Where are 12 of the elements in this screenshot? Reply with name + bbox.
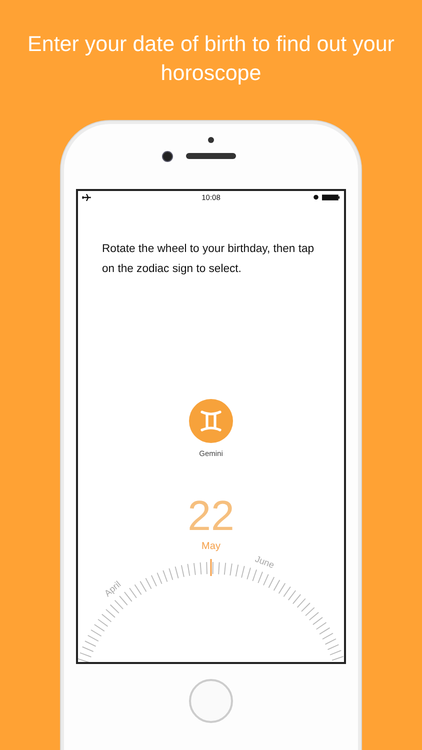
month-label: June: [254, 554, 276, 570]
camera-icon: [162, 151, 173, 162]
day-number: 22: [188, 495, 234, 537]
instruction-text: Rotate the wheel to your birthday, then tap on the zodiac sign to select.: [102, 242, 316, 277]
speaker-icon: [186, 153, 236, 159]
airplane-icon: [82, 194, 91, 200]
month-label: May: [202, 541, 220, 552]
gemini-icon: [189, 399, 233, 443]
battery-icon: [322, 194, 340, 200]
home-button[interactable]: [189, 679, 233, 723]
sensor-icon: [208, 137, 214, 143]
headline: Enter your date of birth to find out your horoscope: [26, 31, 396, 87]
